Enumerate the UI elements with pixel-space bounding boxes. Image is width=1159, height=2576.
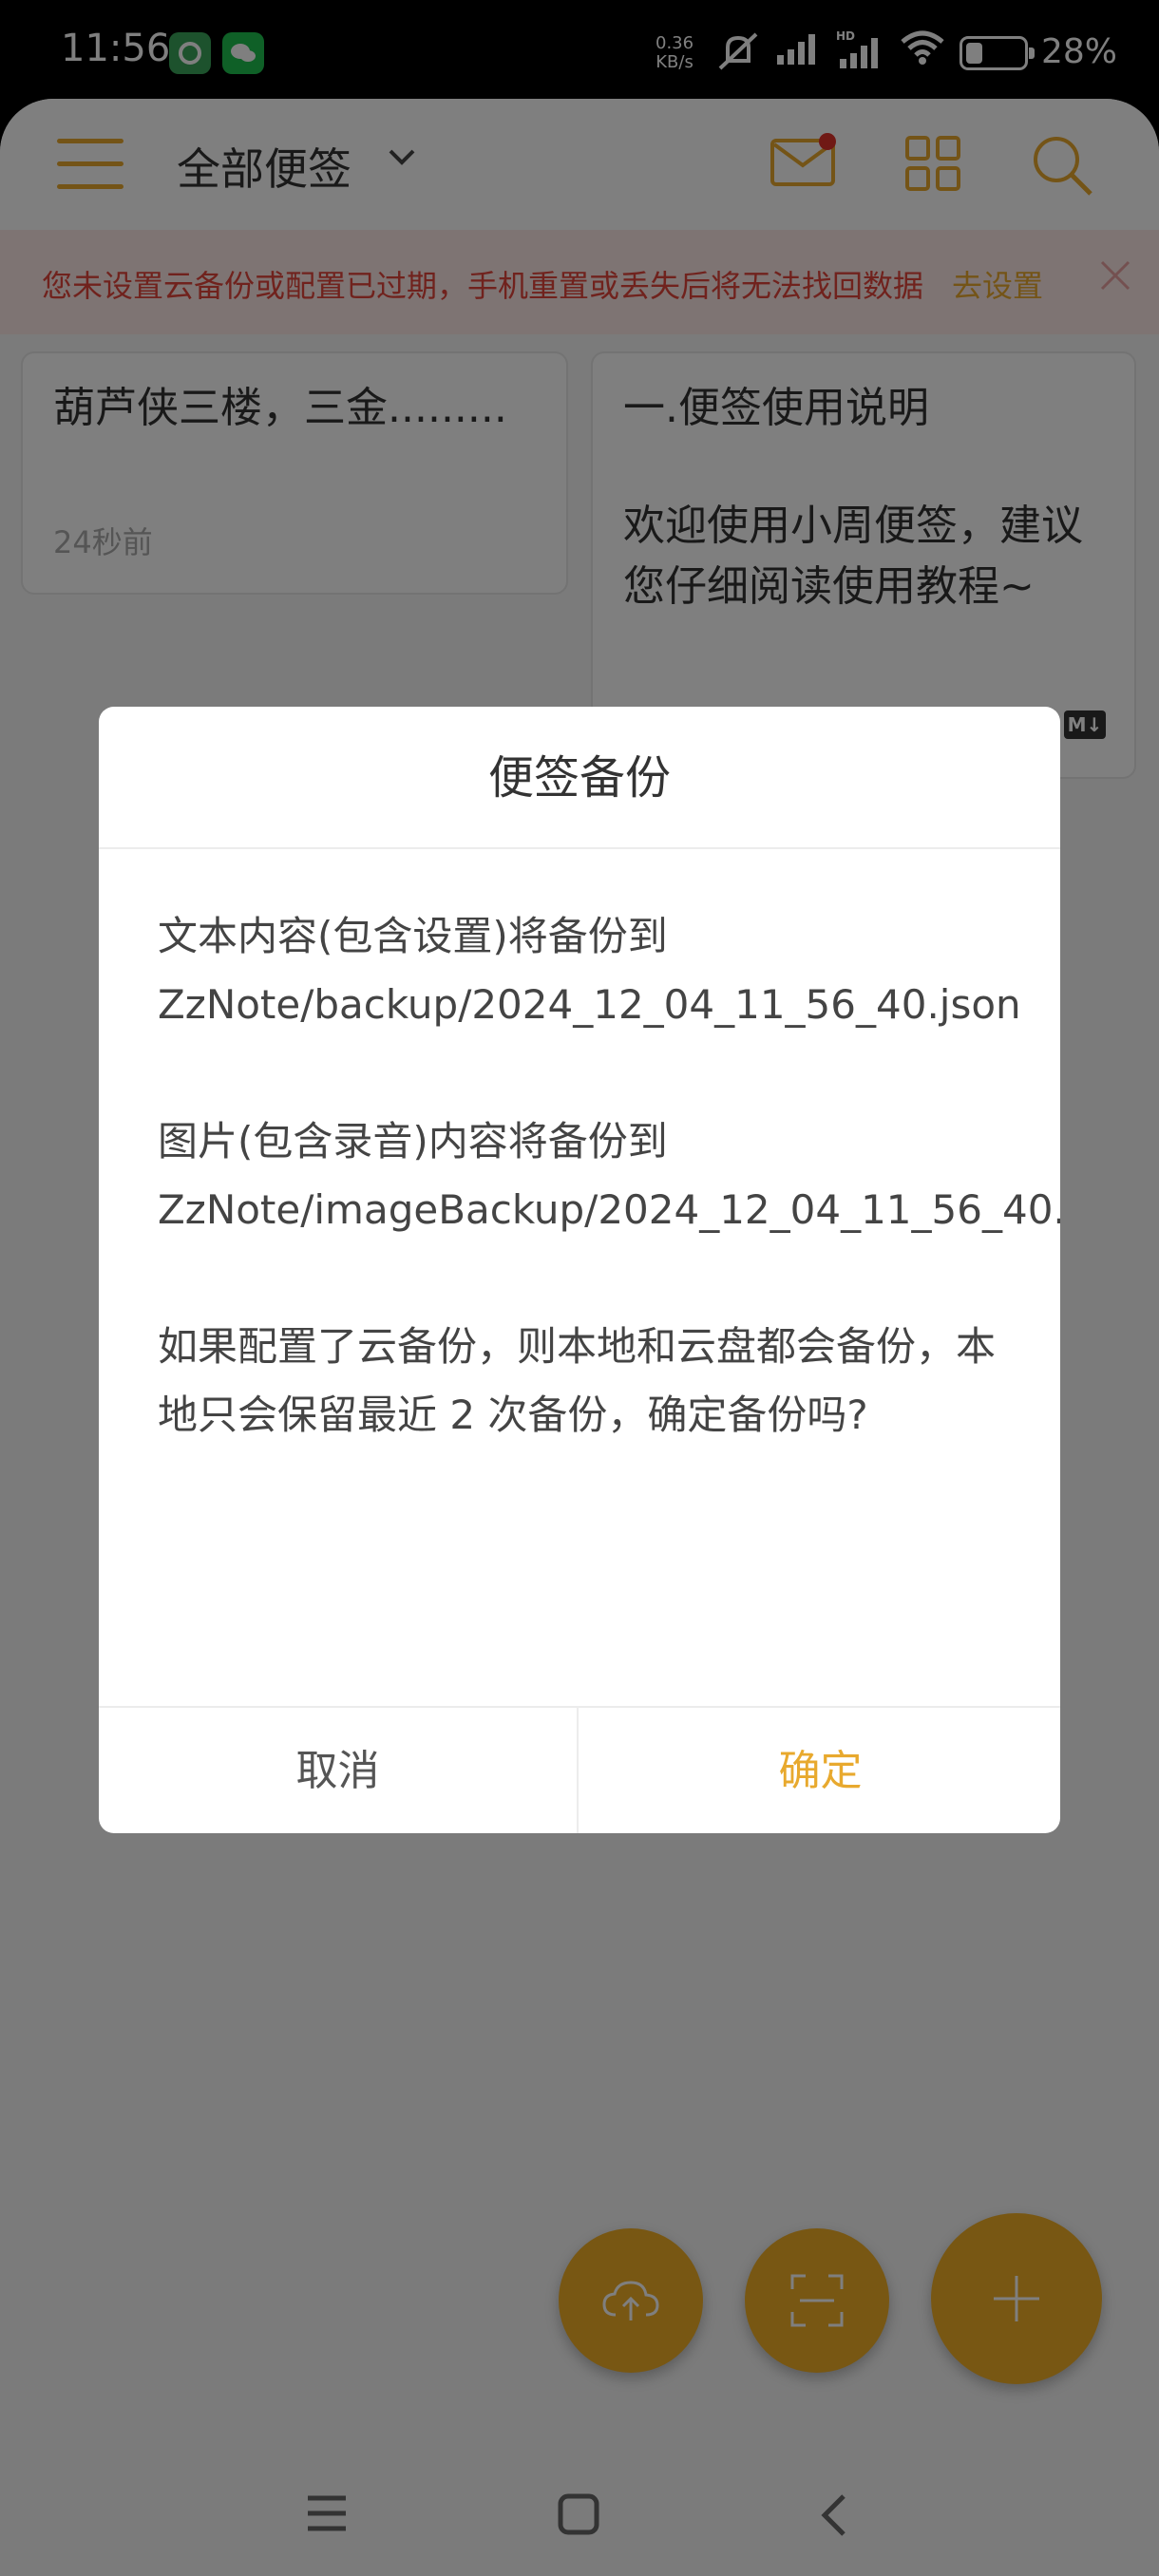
dialog-message: 文本内容(包含设置)将备份到ZzNote/backup/2024_12_04_1…: [158, 902, 1060, 1449]
dialog-text-backup-path: 文本内容(包含设置)将备份到ZzNote/backup/2024_12_04_1…: [158, 913, 1021, 1028]
dialog-title: 便签备份: [99, 707, 1060, 849]
dialog-image-backup-path: 图片(包含录音)内容将备份到ZzNote/imageBackup/2024_12…: [158, 1118, 1060, 1233]
dialog-actions: 取消 确定: [99, 1706, 1060, 1833]
confirm-button[interactable]: 确定: [580, 1708, 1060, 1833]
dialog-confirm-question: 如果配置了云备份，则本地和云盘都会备份，本地只会保留最近 2 次备份，确定备份吗…: [158, 1323, 997, 1438]
cancel-button[interactable]: 取消: [99, 1708, 579, 1833]
backup-dialog: 便签备份 文本内容(包含设置)将备份到ZzNote/backup/2024_12…: [99, 707, 1060, 1833]
